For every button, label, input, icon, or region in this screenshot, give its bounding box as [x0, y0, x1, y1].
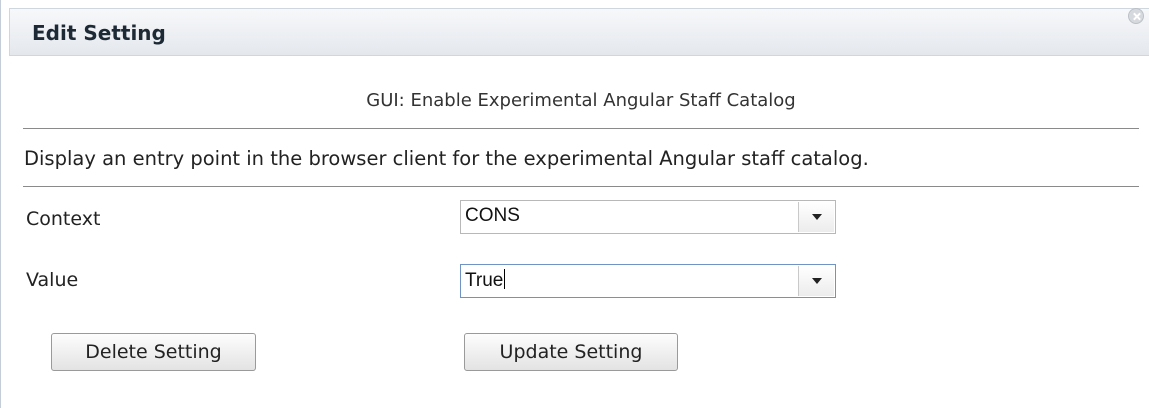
- setting-name: GUI: Enable Experimental Angular Staff C…: [366, 90, 796, 111]
- value-select[interactable]: True: [460, 264, 836, 298]
- context-select[interactable]: CONS: [460, 200, 836, 234]
- context-label: Context: [26, 208, 101, 230]
- dialog-titlebar: Edit Setting: [9, 8, 1149, 56]
- value-input-text: True: [465, 269, 506, 292]
- context-selected-value: CONS: [465, 205, 520, 226]
- text-cursor: [504, 269, 506, 289]
- close-icon[interactable]: [1128, 8, 1144, 24]
- divider-top: [23, 128, 1139, 129]
- divider-bottom: [23, 186, 1139, 187]
- dialog-title: Edit Setting: [32, 21, 166, 45]
- chevron-down-icon: [812, 214, 822, 220]
- edit-setting-dialog: Edit Setting GUI: Enable Experimental An…: [0, 0, 1149, 408]
- update-setting-button[interactable]: Update Setting: [464, 333, 678, 371]
- value-dropdown-button[interactable]: [798, 266, 834, 296]
- delete-setting-button[interactable]: Delete Setting: [51, 333, 256, 371]
- value-selected-value: True: [465, 270, 504, 291]
- context-dropdown-button[interactable]: [798, 202, 834, 232]
- chevron-down-icon: [812, 278, 822, 284]
- setting-description: Display an entry point in the browser cl…: [24, 147, 869, 170]
- value-label: Value: [26, 269, 79, 291]
